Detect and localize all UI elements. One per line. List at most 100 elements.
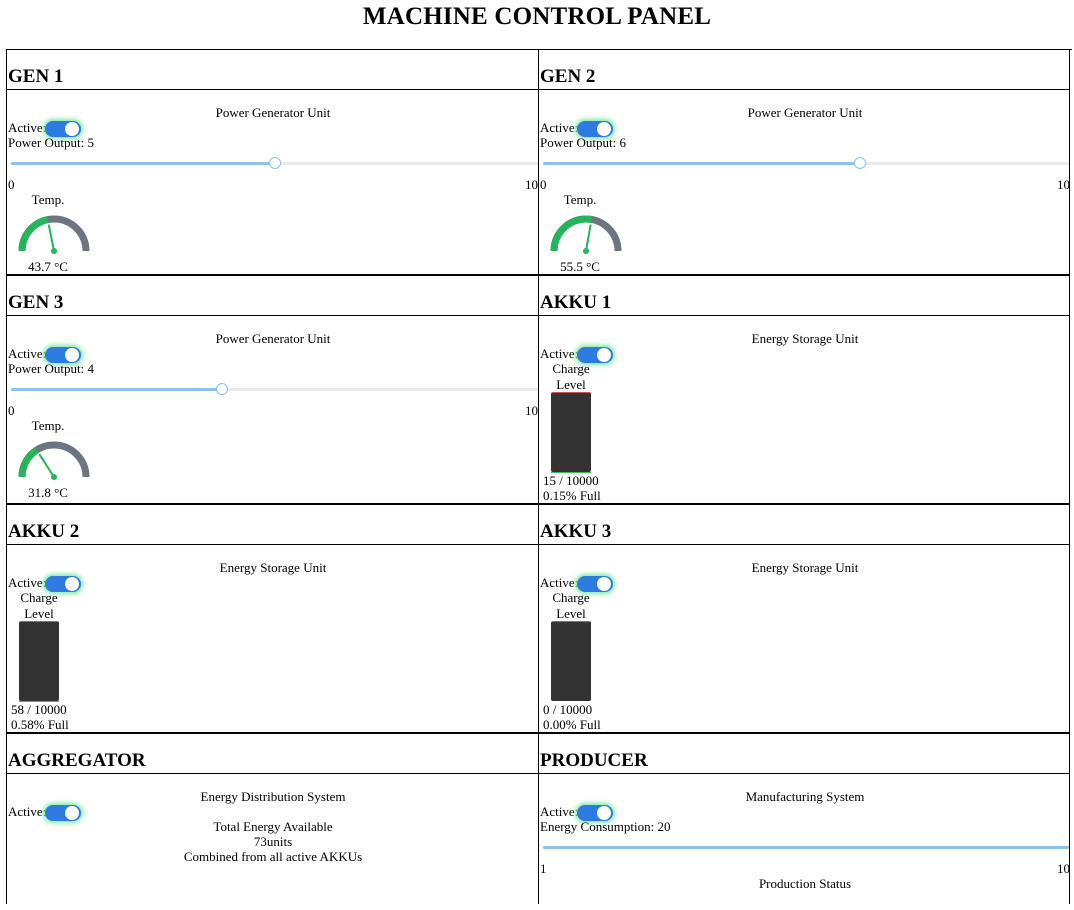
panel-subtitle: Energy Storage Unit — [539, 331, 1070, 347]
total-energy-label: Total Energy Available — [7, 819, 538, 835]
panel-header: AKKU 1 — [539, 276, 1069, 316]
charge-label: Charge Level — [19, 590, 59, 622]
panel-header: GEN 1 — [7, 50, 538, 90]
charge-label-line: Charge — [19, 590, 59, 606]
panel-title: AKKU 3 — [540, 521, 611, 543]
production-status-label: Production Status — [539, 876, 1070, 892]
panel-header: GEN 2 — [539, 50, 1069, 90]
panel-gen-1: GEN 1 Power Generator Unit Active: Power… — [6, 50, 538, 276]
gauge-value-arc — [22, 220, 48, 251]
slider-fill — [543, 162, 860, 165]
panel-subtitle: Power Generator Unit — [7, 331, 538, 347]
power-output-slider[interactable] — [11, 162, 538, 165]
charge-value: 0 / 10000 — [543, 702, 592, 718]
toggle-knob — [597, 122, 611, 136]
control-grid: GEN 1 Power Generator Unit Active: Power… — [6, 49, 1072, 910]
panel-subtitle: Manufacturing System — [539, 789, 1070, 805]
charge-label: Charge Level — [551, 361, 591, 393]
charge-label-line: Level — [19, 606, 59, 622]
active-label: Active: — [540, 120, 578, 136]
panel-akku-2: AKKU 2 Energy Storage Unit Active: Charg… — [6, 505, 538, 734]
charge-percent: 0.00% Full — [543, 717, 601, 733]
energy-consumption-slider[interactable] — [543, 846, 1070, 849]
panel-header: AGGREGATOR — [7, 734, 538, 774]
power-output-label: Power Output: 5 — [8, 135, 94, 151]
slider-max-label: 10 — [525, 403, 538, 419]
active-label: Active: — [540, 575, 578, 591]
energy-consumption-label: Energy Consumption: 20 — [540, 819, 670, 835]
power-output-label: Power Output: 4 — [8, 361, 94, 377]
panel-subtitle: Energy Storage Unit — [7, 560, 538, 576]
panel-title: GEN 2 — [540, 66, 595, 88]
active-label: Active: — [8, 804, 46, 820]
panel-subtitle: Energy Storage Unit — [539, 560, 1070, 576]
slider-max-label: 10 — [525, 177, 538, 193]
panel-akku-1: AKKU 1 Energy Storage Unit Active: Charg… — [538, 276, 1070, 505]
temperature-gauge — [7, 436, 91, 484]
temp-label: Temp. — [8, 192, 88, 208]
charge-value: 15 / 10000 — [543, 473, 599, 489]
panel-subtitle: Power Generator Unit — [539, 105, 1070, 121]
slider-fill — [11, 162, 275, 165]
power-output-label: Power Output: 6 — [540, 135, 626, 151]
charge-percent: 0.15% Full — [543, 488, 601, 504]
battery-gauge — [551, 621, 591, 701]
slider-thumb[interactable] — [269, 157, 281, 169]
power-output-slider[interactable] — [543, 162, 1070, 165]
toggle-knob — [597, 577, 611, 591]
temperature-gauge — [539, 210, 623, 258]
panel-header: AKKU 2 — [7, 505, 538, 545]
slider-thumb[interactable] — [854, 157, 866, 169]
gauge-hub — [51, 474, 57, 480]
charge-label-line: Level — [551, 377, 591, 393]
slider-max-label: 10 — [1057, 177, 1070, 193]
active-label: Active: — [8, 346, 46, 362]
toggle-knob — [597, 806, 611, 820]
battery-gauge — [551, 392, 591, 472]
power-output-slider[interactable] — [11, 388, 538, 391]
page-title: MACHINE CONTROL PANEL — [0, 3, 1074, 31]
panel-producer: PRODUCER Manufacturing System Active: En… — [538, 734, 1070, 904]
panel-aggregator: AGGREGATOR Energy Distribution System Ac… — [6, 734, 538, 904]
gauge-hub — [51, 248, 57, 254]
panel-title: AKKU 2 — [8, 521, 79, 543]
slider-thumb[interactable] — [216, 383, 228, 395]
gauge-needle — [586, 224, 591, 251]
total-energy-note: Combined from all active AKKUs — [7, 849, 538, 865]
active-label: Active: — [540, 346, 578, 362]
panel-title: GEN 1 — [8, 66, 63, 88]
panel-title: AKKU 1 — [540, 292, 611, 314]
panel-subtitle: Power Generator Unit — [7, 105, 538, 121]
charge-label: Charge Level — [551, 590, 591, 622]
charge-percent: 0.58% Full — [11, 717, 69, 733]
active-label: Active: — [8, 575, 46, 591]
toggle-knob — [65, 348, 79, 362]
toggle-knob — [65, 577, 79, 591]
slider-min-label: 0 — [540, 177, 547, 193]
total-energy-value: 73units — [7, 834, 538, 850]
panel-header: AKKU 3 — [539, 505, 1069, 545]
temp-label: Temp. — [8, 418, 88, 434]
battery-gauge — [19, 621, 59, 701]
panel-gen-3: GEN 3 Power Generator Unit Active: Power… — [6, 276, 538, 505]
slider-fill — [543, 846, 1070, 849]
active-label: Active: — [540, 804, 578, 820]
temperature-gauge — [7, 210, 91, 258]
charge-label-line: Charge — [551, 590, 591, 606]
panel-title: AGGREGATOR — [8, 750, 146, 772]
active-label: Active: — [8, 120, 46, 136]
slider-fill — [11, 388, 222, 391]
gauge-value-arc — [22, 450, 37, 477]
toggle-knob — [65, 122, 79, 136]
panel-title: PRODUCER — [540, 750, 648, 772]
charge-label-line: Charge — [551, 361, 591, 377]
panel-akku-3: AKKU 3 Energy Storage Unit Active: Charg… — [538, 505, 1070, 734]
temp-value: 55.5 °C — [540, 259, 620, 275]
slider-min-label: 0 — [8, 177, 15, 193]
temp-value: 31.8 °C — [8, 485, 88, 501]
temp-label: Temp. — [540, 192, 620, 208]
slider-min-label: 0 — [8, 403, 15, 419]
toggle-knob — [65, 806, 79, 820]
panel-header: GEN 3 — [7, 276, 538, 316]
gauge-hub — [583, 248, 589, 254]
